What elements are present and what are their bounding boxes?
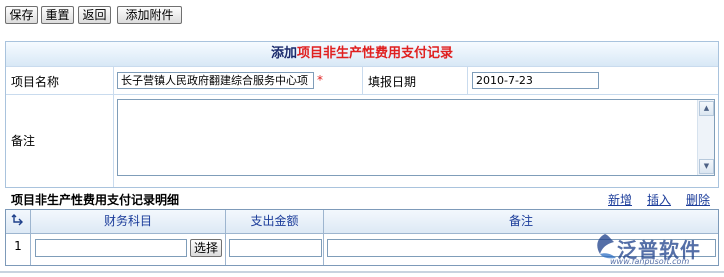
scroll-down-arrow-icon[interactable]: ▼ [699, 159, 714, 174]
row-indicator-icon [6, 210, 30, 233]
divider [225, 210, 226, 265]
remark-scrollbar[interactable]: ▲ ▼ [697, 100, 714, 175]
divider [362, 67, 363, 94]
form-title-prefix: 添加 [270, 46, 297, 61]
row-index: 1 [14, 239, 22, 253]
add-attachment-button[interactable]: 添加附件 [117, 6, 182, 24]
account-field[interactable] [35, 239, 187, 257]
project-name-field[interactable]: 长子营镇人民政府翻建综合服务中心项 [117, 72, 314, 89]
form-title: 添加项目非生产性费用支付记录 [6, 42, 718, 66]
fill-date-field[interactable]: 2010-7-23 [472, 72, 599, 89]
form-title-highlight: 项目非生产性费用支付记录 [297, 46, 454, 61]
fill-date-label: 填报日期 [368, 75, 417, 89]
amount-field[interactable] [229, 239, 322, 257]
column-header-account: 财务科目 [103, 214, 152, 228]
required-mark: * [317, 73, 323, 87]
back-button[interactable]: 返回 [78, 6, 111, 24]
watermark-url: www.fanpusoft.com [610, 257, 690, 266]
add-row-link[interactable]: 新增 [608, 191, 632, 208]
scroll-up-arrow-icon[interactable]: ▲ [699, 101, 714, 116]
column-header-amount: 支出金额 [250, 214, 299, 228]
delete-row-link[interactable]: 删除 [686, 191, 710, 208]
insert-row-link[interactable]: 插入 [647, 191, 671, 208]
divider [323, 210, 324, 265]
detail-section-title: 项目非生产性费用支付记录明细 [11, 193, 180, 207]
divider [0, 271, 724, 273]
project-name-label: 项目名称 [11, 75, 60, 89]
fanpu-logo-icon: 泛普软件 www.fanpusoft.com [592, 232, 720, 268]
divider [113, 67, 114, 187]
remark-label: 备注 [11, 134, 36, 148]
divider [30, 210, 31, 265]
column-header-remark: 备注 [508, 214, 533, 228]
remark-textarea[interactable]: ▲ ▼ [117, 99, 715, 176]
divider [467, 67, 468, 94]
save-button[interactable]: 保存 [5, 6, 38, 24]
reset-button[interactable]: 重置 [41, 6, 74, 24]
select-account-button[interactable]: 选择 [190, 239, 222, 257]
